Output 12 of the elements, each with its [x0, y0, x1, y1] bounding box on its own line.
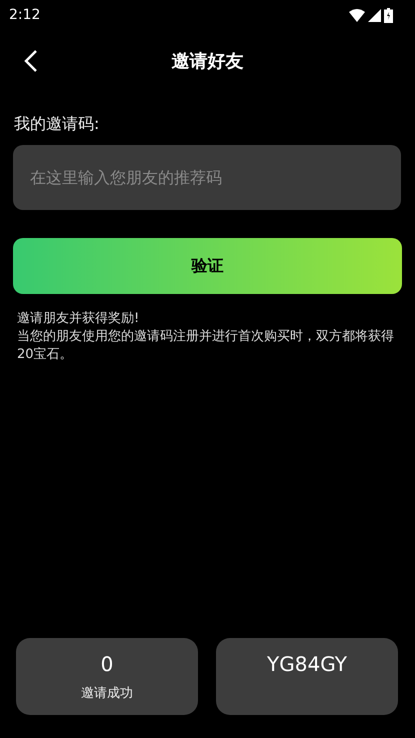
battery-icon [384, 8, 393, 22]
field-label: 我的邀请码: [14, 114, 100, 135]
page-title: 邀请好友 [172, 50, 244, 73]
stat-value: 0 [100, 652, 114, 676]
invite-code-field[interactable]: 在这里输入您朋友的推荐码 [13, 145, 401, 210]
status-time: 2:12 [9, 7, 40, 23]
stat-value: YG84GY [267, 652, 347, 676]
verify-button[interactable]: 验证 [13, 238, 402, 294]
stat-label: 邀请成功 [81, 685, 133, 702]
reward-info-text: 邀请朋友并获得奖励! 当您的朋友使用您的邀请码注册并进行首次购买时，双方都将获得20宝石。 [17, 310, 395, 364]
wifi-icon [349, 8, 365, 22]
signal-icon [368, 8, 381, 22]
